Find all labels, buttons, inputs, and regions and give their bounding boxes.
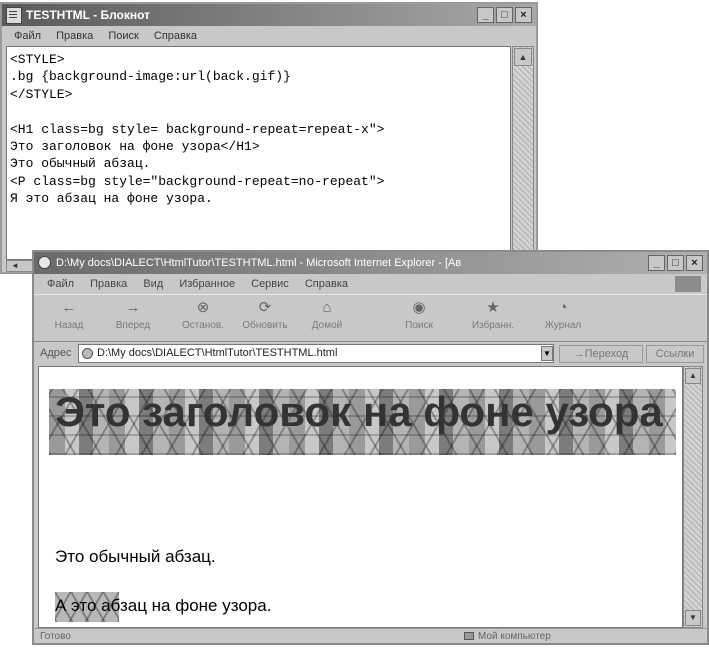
code-line: <STYLE> bbox=[10, 52, 65, 67]
menu-tools[interactable]: Сервис bbox=[251, 278, 289, 290]
menu-file[interactable]: Файл bbox=[14, 30, 41, 42]
address-label: Адрес bbox=[40, 347, 72, 359]
refresh-icon: ⟳ bbox=[258, 299, 272, 316]
code-line: Это заголовок на фоне узора</H1> bbox=[10, 139, 260, 155]
forward-button[interactable]: → Вперед bbox=[104, 299, 162, 339]
back-button[interactable]: ← Назад bbox=[40, 299, 98, 339]
code-line: <P class=bg style="background-repeat=no-… bbox=[10, 173, 385, 189]
menu-edit[interactable]: Правка bbox=[90, 278, 127, 290]
menu-favorites[interactable]: Избранное bbox=[179, 278, 235, 290]
go-button[interactable]: →Переход bbox=[559, 345, 643, 363]
back-arrow-icon: ← bbox=[61, 299, 77, 316]
notepad-title: TESTHTML - Блокнот bbox=[26, 8, 151, 22]
menu-search[interactable]: Поиск bbox=[108, 30, 138, 42]
address-dropdown-icon[interactable]: ▼ bbox=[541, 346, 553, 361]
close-button[interactable]: × bbox=[515, 7, 532, 23]
home-icon: ⌂ bbox=[322, 299, 332, 316]
home-button[interactable]: ⌂ Домой bbox=[298, 299, 356, 339]
status-bar: Готово Мой компьютер bbox=[34, 628, 707, 643]
menu-file[interactable]: Файл bbox=[47, 278, 74, 290]
notepad-menubar: Файл Правка Поиск Справка bbox=[2, 26, 536, 46]
favorites-icon: ★ bbox=[486, 299, 500, 316]
scroll-up-icon[interactable]: ▲ bbox=[685, 368, 701, 384]
menu-edit[interactable]: Правка bbox=[56, 30, 93, 42]
address-value: D:\My docs\DIALECT\HtmlTutor\TESTHTML.ht… bbox=[97, 347, 338, 359]
scroll-up-icon[interactable]: ▲ bbox=[514, 48, 532, 66]
ie-app-icon bbox=[38, 256, 51, 269]
forward-arrow-icon: → bbox=[125, 299, 141, 316]
favorites-button[interactable]: ★ Избранн. bbox=[464, 299, 522, 339]
address-bar: Адрес D:\My docs\DIALECT\HtmlTutor\TESTH… bbox=[34, 342, 707, 366]
scroll-down-icon[interactable]: ▼ bbox=[685, 610, 701, 626]
notepad-icon bbox=[6, 7, 22, 24]
maximize-button[interactable]: □ bbox=[496, 7, 513, 23]
menu-view[interactable]: Вид bbox=[143, 278, 163, 290]
history-button[interactable]: ◔ Журнал bbox=[534, 299, 592, 339]
notepad-text-area[interactable]: <STYLE> .bg {background-image:url(back.gi… bbox=[6, 46, 511, 260]
address-input[interactable]: D:\My docs\DIALECT\HtmlTutor\TESTHTML.ht… bbox=[78, 344, 554, 363]
go-arrow-icon: → bbox=[573, 348, 585, 360]
ie-vertical-scrollbar[interactable]: ▲ ▼ bbox=[683, 366, 703, 628]
refresh-button[interactable]: ⟳ Обновить bbox=[236, 299, 294, 339]
stop-icon: ⊗ bbox=[196, 299, 210, 316]
ie-menubar: Файл Правка Вид Избранное Сервис Справка bbox=[34, 274, 707, 294]
search-button[interactable]: ◉ Поиск bbox=[390, 299, 448, 339]
menu-help[interactable]: Справка bbox=[154, 30, 197, 42]
links-button[interactable]: Ссылки bbox=[646, 345, 704, 363]
minimize-button[interactable]: _ bbox=[477, 7, 494, 23]
notepad-window: TESTHTML - Блокнот _ □ × Файл Правка Пои… bbox=[0, 2, 538, 274]
code-line: Это обычный абзац. bbox=[10, 156, 151, 172]
close-button[interactable]: × bbox=[686, 255, 703, 271]
page-icon bbox=[82, 348, 93, 359]
code-line: .bg {background-image:url(back.gif)} bbox=[10, 69, 291, 85]
ie-title: D:\My docs\DIALECT\HtmlTutor\TESTHTML.ht… bbox=[56, 257, 462, 269]
history-icon: ◔ bbox=[558, 299, 568, 316]
ie-window: D:\My docs\DIALECT\HtmlTutor\TESTHTML.ht… bbox=[32, 250, 709, 645]
page-heading: Это заголовок на фоне узора bbox=[55, 388, 663, 435]
notepad-vertical-scrollbar[interactable]: ▲ bbox=[512, 46, 534, 260]
security-zone: Мой компьютер bbox=[464, 629, 551, 644]
page-content: Это заголовок на фоне узора Это обычный … bbox=[38, 366, 683, 628]
ie-titlebar[interactable]: D:\My docs\DIALECT\HtmlTutor\TESTHTML.ht… bbox=[34, 252, 707, 274]
code-line: <H1 class=bg style= background-repeat=re… bbox=[10, 121, 385, 137]
normal-paragraph: Это обычный абзац. bbox=[55, 547, 216, 566]
maximize-button[interactable]: □ bbox=[667, 255, 684, 271]
ie-toolbar: ← Назад → Вперед ⊗ Останов. ⟳ Обновить ⌂… bbox=[34, 294, 707, 342]
windows-logo-icon bbox=[675, 276, 701, 292]
code-line: Я это абзац на фоне узора. bbox=[10, 191, 213, 207]
patterned-paragraph: А это абзац на фоне узора. bbox=[55, 596, 272, 615]
code-line: </STYLE> bbox=[10, 86, 73, 102]
stop-button[interactable]: ⊗ Останов. bbox=[174, 299, 232, 339]
notepad-titlebar[interactable]: TESTHTML - Блокнот _ □ × bbox=[2, 4, 536, 26]
menu-help[interactable]: Справка bbox=[305, 278, 348, 290]
search-icon: ◉ bbox=[412, 299, 426, 316]
minimize-button[interactable]: _ bbox=[648, 255, 665, 271]
status-text: Готово bbox=[40, 631, 71, 642]
